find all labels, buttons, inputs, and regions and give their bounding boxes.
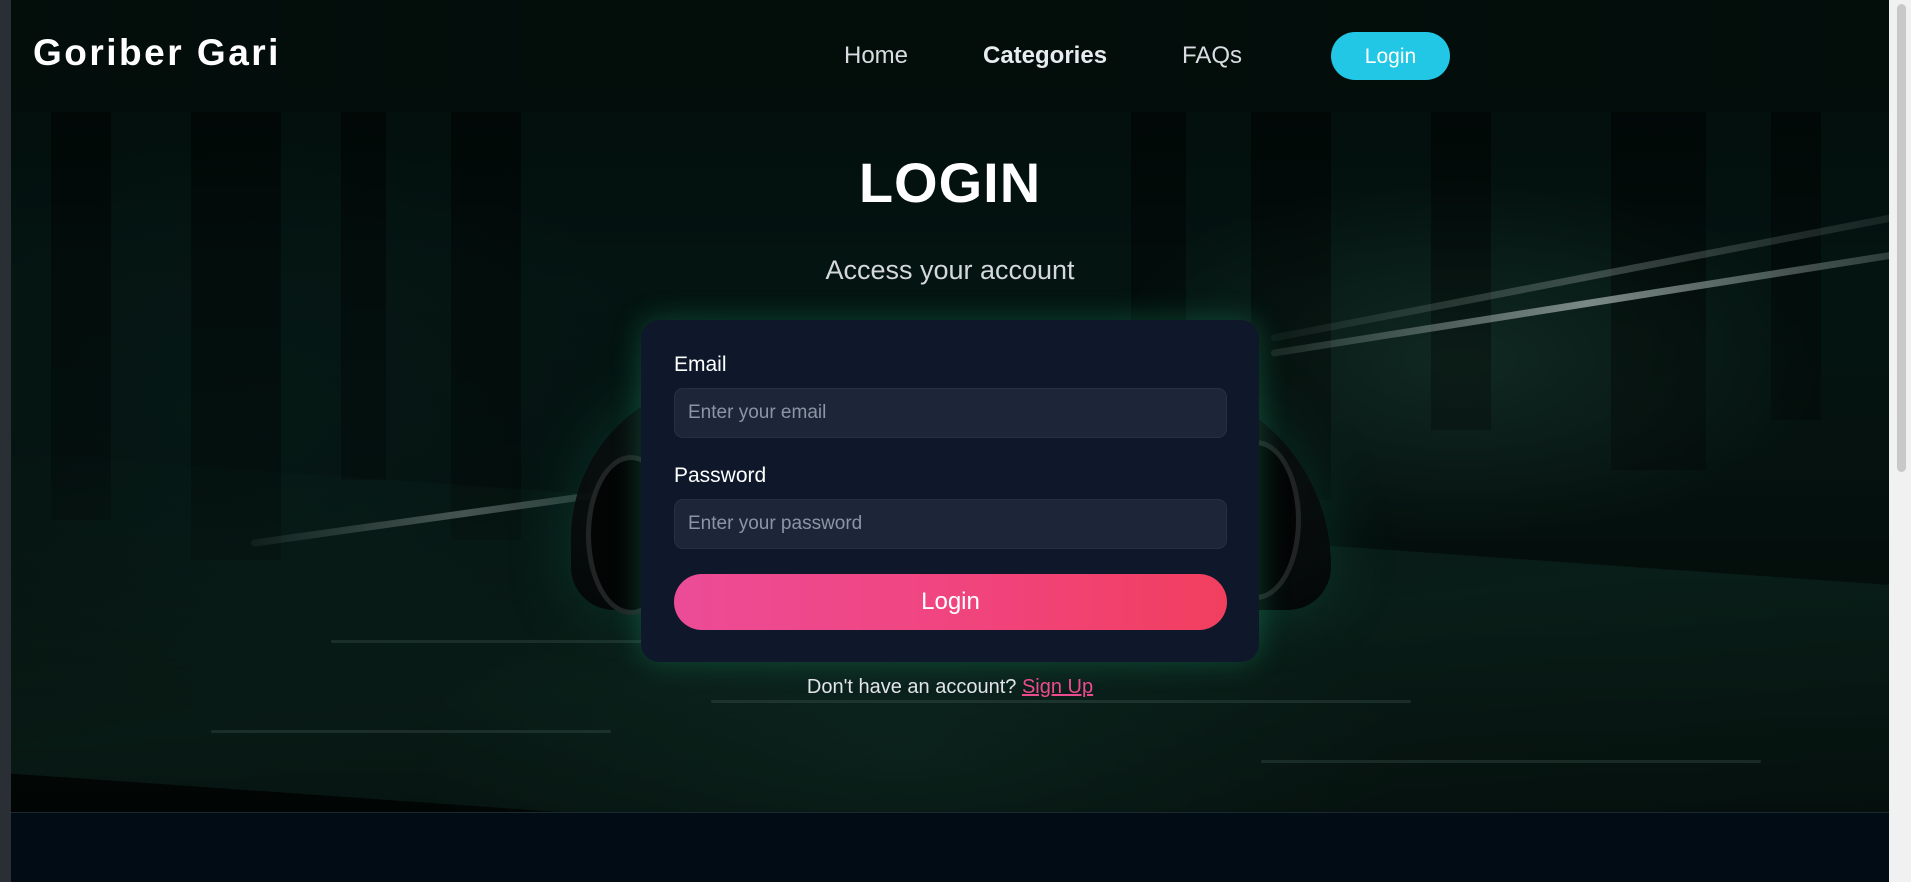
page-subtitle: Access your account (825, 255, 1075, 285)
navbar: Goriber Gari Home Categories FAQs Login (11, 0, 1889, 112)
login-form-card: Email Password Login (641, 320, 1259, 662)
brand-logo[interactable]: Goriber Gari (33, 32, 281, 74)
nav-link-home[interactable]: Home (844, 42, 908, 70)
footer-area (11, 813, 1889, 882)
page-scrollbar[interactable] (1889, 0, 1911, 882)
email-field[interactable] (674, 388, 1227, 438)
window-left-edge (0, 0, 11, 882)
signup-prompt-row: Don't have an account? Sign Up (11, 676, 1889, 699)
page: Goriber Gari Home Categories FAQs Login … (11, 0, 1889, 882)
password-label: Password (674, 464, 767, 487)
nav-link-categories[interactable]: Categories (983, 42, 1107, 70)
email-label: Email (674, 353, 727, 376)
nav-login-button[interactable]: Login (1331, 32, 1450, 80)
nav-link-faqs[interactable]: FAQs (1182, 42, 1242, 70)
login-submit-button[interactable]: Login (674, 574, 1227, 630)
page-title: LOGIN (858, 151, 1042, 214)
signup-link[interactable]: Sign Up (1022, 676, 1093, 698)
scrollbar-thumb[interactable] (1897, 4, 1906, 472)
password-field[interactable] (674, 499, 1227, 549)
signup-prompt-text: Don't have an account? (806, 676, 1022, 698)
